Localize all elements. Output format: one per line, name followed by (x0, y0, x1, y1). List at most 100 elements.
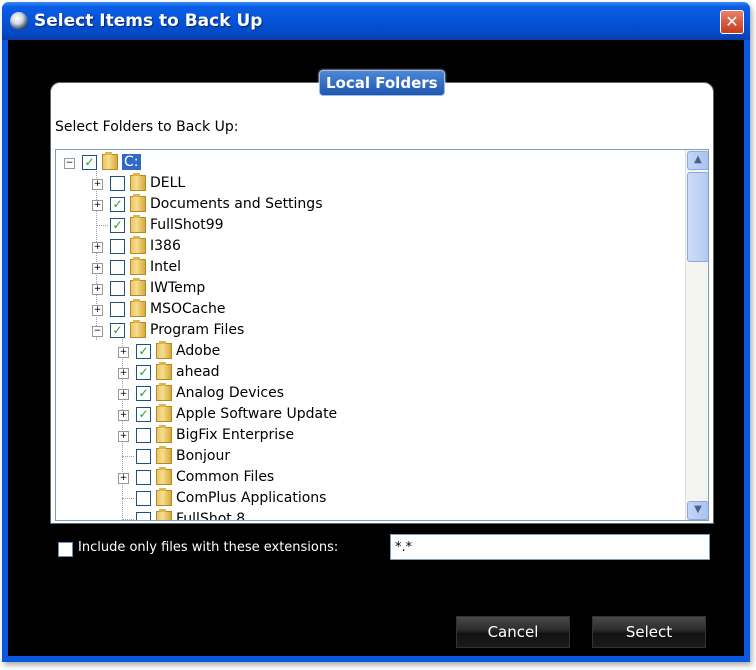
folder-icon (156, 488, 172, 506)
folder-icon (130, 173, 146, 191)
tree-item-label: Apple Software Update (176, 406, 338, 422)
tree-item-label: Program Files (150, 322, 245, 338)
include-extensions-checkbox[interactable] (58, 542, 73, 557)
folder-icon (156, 425, 172, 443)
local-folders-panel: Select Folders to Back Up: − ✓ C: + DELL + ✓ Do… (50, 82, 714, 524)
folder-icon (130, 257, 146, 275)
tree-item-label: DELL (150, 175, 186, 191)
tree-item-label: BigFix Enterprise (176, 427, 295, 443)
collapse-icon[interactable]: − (92, 326, 103, 337)
dialog-client-area: Select Folders to Back Up: − ✓ C: + DELL + ✓ Do… (8, 40, 744, 656)
expand-icon[interactable]: + (92, 284, 103, 295)
folder-checkbox[interactable]: ✓ (110, 218, 125, 233)
collapse-icon[interactable]: − (64, 158, 75, 169)
folder-checkbox[interactable] (110, 176, 125, 191)
folders-label: Select Folders to Back Up: (55, 119, 239, 135)
expand-icon[interactable]: + (118, 368, 129, 379)
folder-checkbox[interactable]: ✓ (110, 323, 125, 338)
expand-icon[interactable]: + (118, 389, 129, 400)
tree-item[interactable]: + IWTemp (56, 278, 676, 299)
folder-tree[interactable]: − ✓ C: + DELL + ✓ Documents and Settings ✓ FullSh… (55, 149, 709, 521)
close-button[interactable]: ✕ (720, 10, 744, 34)
title-bar[interactable]: Select Items to Back Up ✕ (2, 2, 750, 40)
tree-item[interactable]: + I386 (56, 236, 676, 257)
folder-checkbox[interactable] (136, 470, 151, 485)
app-icon (10, 12, 28, 30)
tree-item-label: ahead (176, 364, 220, 380)
tree-item[interactable]: + MSOCache (56, 299, 676, 320)
expand-icon[interactable]: + (118, 473, 129, 484)
folder-checkbox[interactable] (136, 428, 151, 443)
dialog-window: Select Items to Back Up ✕ Select Folders… (2, 2, 750, 662)
expand-icon[interactable]: + (92, 305, 103, 316)
extensions-input[interactable] (390, 534, 710, 560)
tree-item[interactable]: + ✓ Documents and Settings (56, 194, 676, 215)
tree-item[interactable]: ✓ FullShot99 (56, 215, 676, 236)
drive-icon (102, 152, 118, 170)
tree-item[interactable]: + Intel (56, 257, 676, 278)
vertical-scrollbar[interactable]: ▲ ▼ (685, 150, 708, 520)
expand-icon[interactable]: + (118, 347, 129, 358)
folder-checkbox[interactable]: ✓ (136, 344, 151, 359)
tree-item-label: Documents and Settings (150, 196, 323, 212)
scroll-thumb[interactable] (687, 172, 708, 262)
include-extensions-label: Include only files with these extensions… (78, 540, 339, 555)
folder-icon (130, 299, 146, 317)
folder-icon (156, 509, 172, 520)
tree-item[interactable]: + ✓ Adobe (56, 341, 676, 362)
tree-item[interactable]: FullShot 8 (56, 509, 676, 520)
expand-icon[interactable]: + (92, 263, 103, 274)
tree-root-item[interactable]: − ✓ C: (56, 152, 676, 173)
folder-icon (156, 341, 172, 359)
tree-item-label: Bonjour (176, 448, 231, 464)
tree-item-label: Common Files (176, 469, 275, 485)
tree-item-label: C: (122, 154, 141, 170)
expand-icon[interactable]: + (118, 431, 129, 442)
tree-item[interactable]: + ✓ ahead (56, 362, 676, 383)
select-button[interactable]: Select (592, 616, 706, 648)
folder-icon (156, 446, 172, 464)
folder-icon (156, 467, 172, 485)
tree-item-label: FullShot99 (150, 217, 224, 233)
tree-item-label: FullShot 8 (176, 511, 246, 520)
folder-checkbox[interactable] (136, 491, 151, 506)
tree-connector (122, 498, 134, 499)
expand-icon[interactable]: + (92, 179, 103, 190)
folder-checkbox[interactable] (110, 281, 125, 296)
folder-icon (130, 236, 146, 254)
tree-item-label: Intel (150, 259, 181, 275)
folder-checkbox[interactable]: ✓ (136, 407, 151, 422)
folder-checkbox[interactable] (110, 239, 125, 254)
tree-item-label: I386 (150, 238, 181, 254)
scroll-up-button[interactable]: ▲ (687, 151, 708, 170)
folder-checkbox[interactable]: ✓ (136, 365, 151, 380)
expand-icon[interactable]: + (92, 200, 103, 211)
tree-item-label: IWTemp (150, 280, 206, 296)
folder-checkbox[interactable] (110, 302, 125, 317)
tree-item[interactable]: + DELL (56, 173, 676, 194)
folder-icon (156, 383, 172, 401)
tree-item[interactable]: + ✓ Apple Software Update (56, 404, 676, 425)
tree-item-label: Analog Devices (176, 385, 284, 401)
tab-local-folders[interactable]: Local Folders (319, 70, 445, 96)
tree-item[interactable]: − ✓ Program Files (56, 320, 676, 341)
folder-checkbox[interactable] (110, 260, 125, 275)
expand-icon[interactable]: + (92, 242, 103, 253)
tree-item[interactable]: + Common Files (56, 467, 676, 488)
expand-icon[interactable]: + (118, 410, 129, 421)
folder-checkbox[interactable]: ✓ (82, 155, 97, 170)
tree-connector (122, 456, 134, 457)
folder-checkbox[interactable]: ✓ (110, 197, 125, 212)
folder-checkbox[interactable] (136, 512, 151, 520)
cancel-button[interactable]: Cancel (456, 616, 570, 648)
folder-checkbox[interactable]: ✓ (136, 386, 151, 401)
tree-connector (122, 519, 134, 520)
tree-item[interactable]: + BigFix Enterprise (56, 425, 676, 446)
folder-checkbox[interactable] (136, 449, 151, 464)
tree-item[interactable]: ComPlus Applications (56, 488, 676, 509)
tree-item[interactable]: + ✓ Analog Devices (56, 383, 676, 404)
folder-tree-content: − ✓ C: + DELL + ✓ Documents and Settings ✓ FullSh… (56, 150, 682, 520)
tree-item[interactable]: Bonjour (56, 446, 676, 467)
folder-icon (156, 404, 172, 422)
scroll-down-button[interactable]: ▼ (687, 501, 708, 520)
